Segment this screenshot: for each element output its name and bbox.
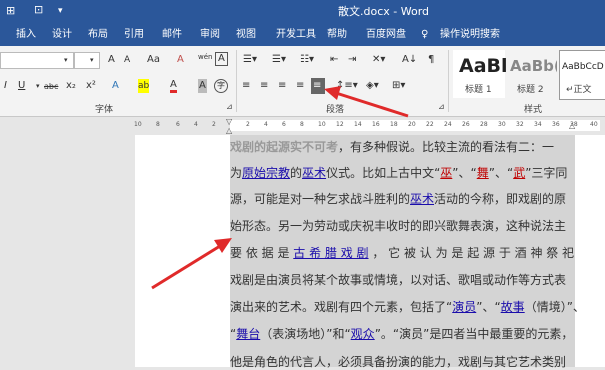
annotation-arrows [151, 86, 409, 290]
arrow-to-selection [151, 238, 232, 290]
arrow-to-distributed-button [324, 86, 409, 118]
